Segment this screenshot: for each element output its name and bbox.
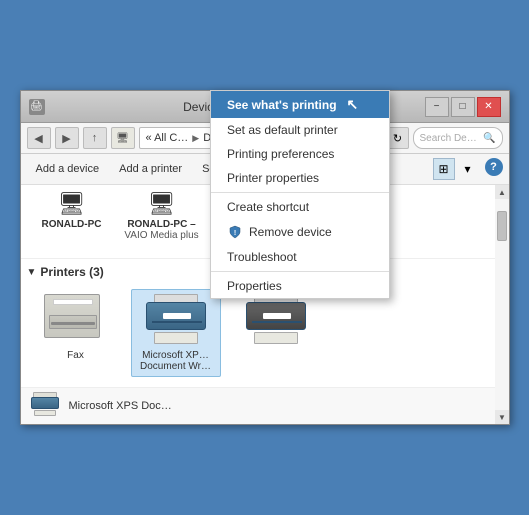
search-placeholder: Search De… xyxy=(420,133,477,144)
minimize-button[interactable]: − xyxy=(425,97,449,117)
devices-and-printers-window: 🖨 Devices and Printers − □ ✕ ◀ ▶ ↑ 🖥 « A… xyxy=(20,90,510,425)
up-button[interactable]: ↑ xyxy=(83,127,107,149)
context-menu-item-printer-props[interactable]: Printer properties xyxy=(211,166,389,190)
search-box[interactable]: Search De… 🔍 xyxy=(413,127,503,149)
add-device-button[interactable]: Add a device xyxy=(27,159,109,179)
xps-printer-icon xyxy=(144,294,208,346)
window-icon: 🖨 xyxy=(29,99,45,115)
device-sub-1: VAIO Media plus xyxy=(119,230,205,241)
device-item-0[interactable]: 🖥 RONALD-PC xyxy=(27,189,117,254)
printers-grid: Fax xyxy=(27,285,489,381)
context-menu-item-printing-prefs[interactable]: Printing preferences xyxy=(211,142,389,166)
add-printer-button[interactable]: Add a printer xyxy=(110,159,191,179)
context-separator-2 xyxy=(211,271,389,272)
view-dropdown-button[interactable]: ▾ xyxy=(457,158,479,180)
remove-device-label: Remove device xyxy=(249,225,332,239)
printing-prefs-label: Printing preferences xyxy=(227,147,334,161)
context-menu-item-troubleshoot[interactable]: Troubleshoot xyxy=(211,245,389,269)
scroll-track[interactable] xyxy=(495,199,509,410)
context-menu-item-properties[interactable]: Properties xyxy=(211,274,389,298)
create-shortcut-label: Create shortcut xyxy=(227,200,309,214)
cursor-arrow: ↖ xyxy=(347,96,359,113)
context-menu-item-default-printer[interactable]: Set as default printer xyxy=(211,118,389,142)
context-menu-item-see-printing[interactable]: See what's printing ↖ xyxy=(211,91,389,118)
view-tiles-button[interactable]: ⊞ xyxy=(433,158,455,180)
printer-item-fax[interactable]: Fax xyxy=(31,289,121,377)
device-name-1: RONALD-PC – xyxy=(119,219,205,230)
svg-text:!: ! xyxy=(234,230,236,237)
printer-item-3[interactable] xyxy=(231,289,321,377)
path-part1: « All C… xyxy=(146,132,189,144)
bottom-printer-icon xyxy=(29,392,61,420)
scroll-up-button[interactable]: ▲ xyxy=(495,185,509,199)
scroll-thumb[interactable] xyxy=(497,211,507,241)
location-icon: 🖥 xyxy=(111,127,135,149)
maximize-button[interactable]: □ xyxy=(451,97,475,117)
context-menu-item-remove-device[interactable]: ! Remove device xyxy=(211,219,389,245)
forward-button[interactable]: ▶ xyxy=(55,127,79,149)
see-printing-label: See what's printing xyxy=(227,98,337,112)
context-menu: See what's printing ↖ Set as default pri… xyxy=(210,90,390,299)
printers-section-title: Printers (3) xyxy=(40,265,103,279)
printer-item-xps[interactable]: Microsoft XP…Document Wr… xyxy=(131,289,221,377)
troubleshoot-label: Troubleshoot xyxy=(227,250,297,264)
title-bar-buttons: − □ ✕ xyxy=(425,97,501,117)
context-separator-1 xyxy=(211,192,389,193)
context-menu-item-create-shortcut[interactable]: Create shortcut xyxy=(211,195,389,219)
device-item-1[interactable]: 🖥 RONALD-PC – VAIO Media plus xyxy=(117,189,207,254)
section-arrow: ▼ xyxy=(27,267,37,278)
dark-printer-icon xyxy=(244,294,308,346)
xps-printer-label: Microsoft XP…Document Wr… xyxy=(136,350,216,372)
properties-label: Properties xyxy=(227,279,282,293)
back-button[interactable]: ◀ xyxy=(27,127,51,149)
shield-icon: ! xyxy=(227,224,243,240)
scroll-down-button[interactable]: ▼ xyxy=(495,410,509,424)
printer-props-label: Printer properties xyxy=(227,171,319,185)
scrollbar[interactable]: ▲ ▼ xyxy=(495,185,509,424)
toolbar-view-icons: ⊞ ▾ ? xyxy=(433,158,503,180)
fax-printer-label: Fax xyxy=(36,350,116,361)
close-button[interactable]: ✕ xyxy=(477,97,501,117)
help-button[interactable]: ? xyxy=(485,158,503,176)
device-name-0: RONALD-PC xyxy=(29,219,115,230)
default-printer-label: Set as default printer xyxy=(227,123,338,137)
search-icon: 🔍 xyxy=(483,133,495,144)
bottom-list-item[interactable]: Microsoft XPS Doc… xyxy=(21,387,495,424)
fax-printer-icon xyxy=(44,294,108,346)
path-separator: ▶ xyxy=(192,133,199,144)
bottom-item-label: Microsoft XPS Doc… xyxy=(69,400,172,412)
